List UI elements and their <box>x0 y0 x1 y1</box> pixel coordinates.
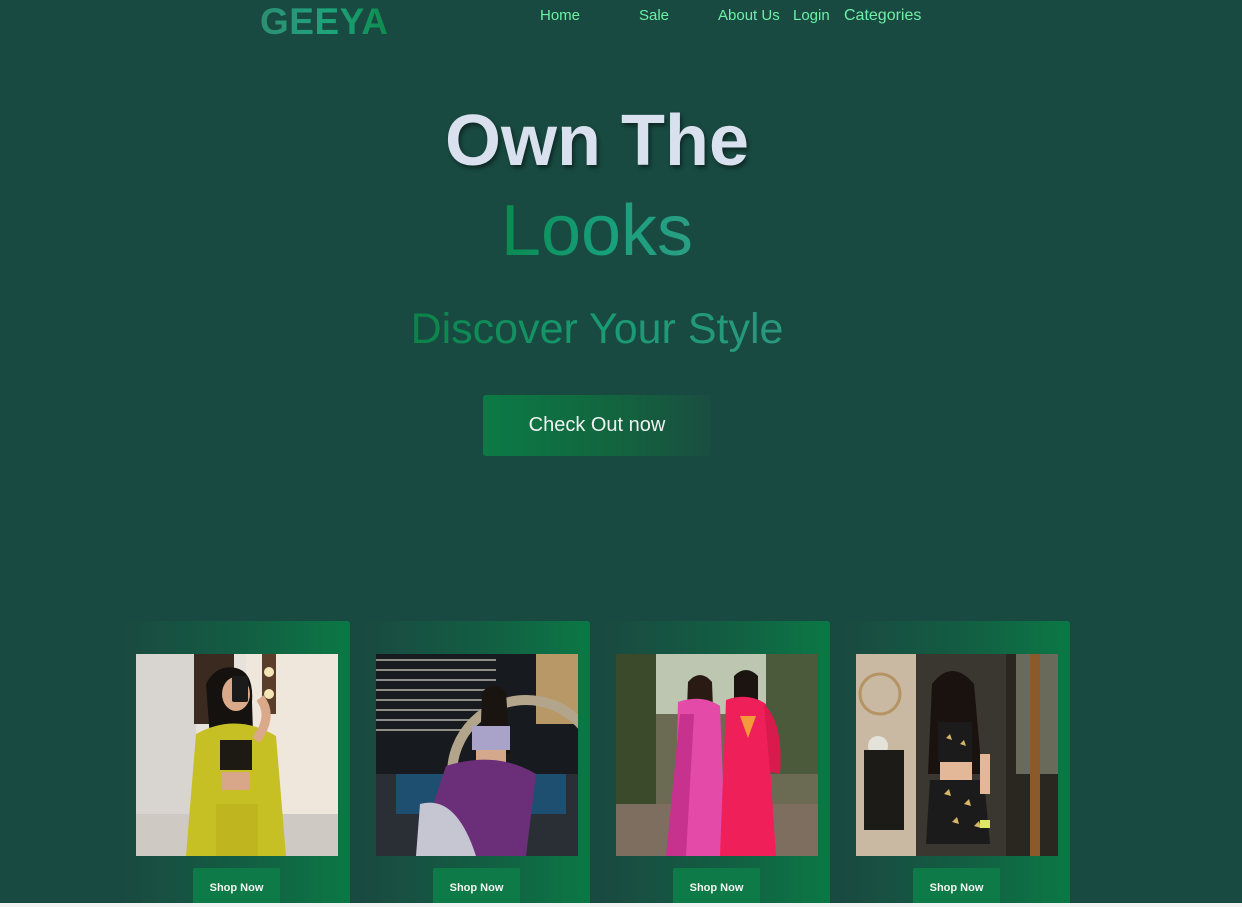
product-card: Shop Now <box>125 621 350 907</box>
hero-heading-line2: Looks <box>0 188 1194 274</box>
nav-categories-link[interactable]: Categories <box>844 7 921 25</box>
shop-now-button[interactable]: Shop Now <box>673 868 760 907</box>
nav-login-link[interactable]: Login <box>793 7 830 25</box>
check-out-button[interactable]: Check Out now <box>483 395 711 456</box>
page-bottom-edge <box>0 903 1242 907</box>
nav-home-link[interactable]: Home <box>540 7 580 25</box>
product-image-purple-lehenga[interactable] <box>376 654 578 856</box>
product-image-pink-suits[interactable] <box>616 654 818 856</box>
hero-heading-accent: Looks <box>500 191 694 271</box>
brand-logo[interactable]: GEEYA <box>260 0 389 44</box>
product-card: Shop Now <box>365 621 590 907</box>
shop-now-button[interactable]: Shop Now <box>913 868 1000 907</box>
product-card: Shop Now <box>605 621 830 907</box>
product-image-yellow-outfit[interactable] <box>136 654 338 856</box>
shop-now-button[interactable]: Shop Now <box>433 868 520 907</box>
hero-subtitle: Discover Your Style <box>0 304 1194 354</box>
nav-sale-link[interactable]: Sale <box>639 7 669 25</box>
hero-heading-line1: Own The <box>445 101 749 181</box>
shop-now-button[interactable]: Shop Now <box>193 868 280 907</box>
hero-subtitle-text: Discover Your Style <box>410 305 784 353</box>
product-card: Shop Now <box>845 621 1070 907</box>
product-image-black-coord[interactable] <box>856 654 1058 856</box>
nav-about-link[interactable]: About Us <box>718 7 780 25</box>
